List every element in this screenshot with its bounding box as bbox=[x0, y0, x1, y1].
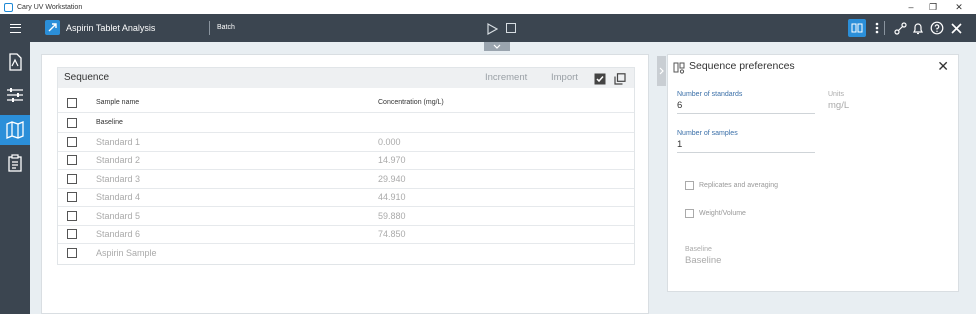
num-samples-field[interactable]: 1 bbox=[677, 139, 682, 150]
preferences-icon bbox=[673, 61, 685, 74]
close-icon[interactable] bbox=[947, 19, 965, 37]
table-row[interactable]: Standard 6 74.850 bbox=[58, 225, 634, 244]
table-row[interactable]: Baseline bbox=[58, 114, 634, 133]
window-close-button[interactable]: ✕ bbox=[945, 0, 973, 14]
num-standards-field[interactable]: 6 bbox=[677, 100, 682, 111]
row-checkbox[interactable] bbox=[67, 155, 77, 165]
document-icon bbox=[45, 20, 60, 35]
concentration-cell[interactable]: 74.850 bbox=[378, 225, 406, 243]
mode-label: Batch bbox=[217, 24, 235, 31]
main-panel: Sequence Increment Import Sample name Co… bbox=[41, 54, 649, 314]
method-icon[interactable] bbox=[848, 19, 866, 37]
baseline-value: Baseline bbox=[685, 255, 722, 266]
sequence-header: Sequence Increment Import bbox=[58, 68, 634, 88]
select-all-checkbox-icon[interactable] bbox=[594, 72, 606, 85]
column-concentration: Concentration (mg/L) bbox=[378, 99, 444, 106]
increment-button[interactable]: Increment bbox=[485, 68, 527, 88]
concentration-cell[interactable]: 29.940 bbox=[378, 170, 406, 188]
sample-name-cell[interactable]: Baseline bbox=[96, 114, 123, 132]
preferences-close-icon[interactable]: ✕ bbox=[937, 58, 949, 75]
table-row[interactable]: Standard 5 59.880 bbox=[58, 207, 634, 226]
settings-sliders-icon bbox=[7, 88, 23, 102]
sample-name-cell[interactable]: Standard 2 bbox=[96, 151, 140, 169]
sample-name-cell[interactable]: Aspirin Sample bbox=[96, 244, 157, 262]
table-row[interactable]: Standard 4 44.910 bbox=[58, 188, 634, 207]
sequence-table: Sequence Increment Import Sample name Co… bbox=[57, 67, 635, 265]
sequence-title: Sequence bbox=[64, 72, 110, 83]
stop-icon[interactable] bbox=[506, 23, 516, 33]
copy-icon[interactable] bbox=[614, 72, 626, 85]
nav-report[interactable] bbox=[0, 47, 30, 77]
num-standards-label: Number of standards bbox=[677, 91, 743, 98]
row-checkbox[interactable] bbox=[67, 229, 77, 239]
row-checkbox[interactable] bbox=[67, 174, 77, 184]
concentration-cell[interactable]: 44.910 bbox=[378, 188, 406, 206]
hamburger-icon bbox=[9, 23, 21, 33]
units-label: Units bbox=[828, 91, 844, 98]
link-icon[interactable] bbox=[891, 19, 909, 37]
clipboard-icon bbox=[8, 154, 22, 172]
column-sample-name: Sample name bbox=[96, 99, 140, 106]
bell-icon[interactable] bbox=[909, 19, 927, 37]
app-icon bbox=[4, 2, 13, 12]
nav-clipboard[interactable] bbox=[0, 148, 30, 178]
num-samples-underline bbox=[677, 152, 815, 153]
replicates-label: Replicates and averaging bbox=[699, 182, 778, 189]
sample-name-cell[interactable]: Standard 3 bbox=[96, 170, 140, 188]
collapse-toolbar-button[interactable] bbox=[484, 42, 510, 51]
panel-collapse-handle[interactable] bbox=[657, 56, 666, 86]
concentration-cell[interactable]: 14.970 bbox=[378, 151, 406, 169]
sample-name-cell[interactable]: Standard 5 bbox=[96, 207, 140, 225]
sequence-preferences-panel: Sequence preferences ✕ Number of standar… bbox=[667, 54, 959, 292]
concentration-cell[interactable]: 0.000 bbox=[378, 133, 401, 151]
window-titlebar: Cary UV Workstation – ❐ ✕ bbox=[0, 0, 976, 14]
maximize-button[interactable]: ❐ bbox=[919, 0, 947, 14]
chevron-down-icon bbox=[493, 44, 501, 49]
table-row[interactable]: Standard 1 0.000 bbox=[58, 133, 634, 152]
toolbar-divider bbox=[209, 21, 210, 35]
num-samples-label: Number of samples bbox=[677, 130, 738, 137]
row-checkbox[interactable] bbox=[67, 192, 77, 202]
row-checkbox[interactable] bbox=[67, 137, 77, 147]
nav-settings[interactable] bbox=[0, 80, 30, 110]
num-standards-underline bbox=[677, 113, 815, 114]
play-icon[interactable] bbox=[486, 22, 499, 36]
sample-name-cell[interactable]: Standard 4 bbox=[96, 188, 140, 206]
menu-button[interactable] bbox=[0, 14, 30, 42]
window-title: Cary UV Workstation bbox=[17, 3, 83, 11]
sample-name-cell[interactable]: Standard 1 bbox=[96, 133, 140, 151]
row-checkbox[interactable] bbox=[67, 118, 77, 128]
table-row[interactable]: Standard 3 29.940 bbox=[58, 170, 634, 189]
baseline-label: Baseline bbox=[685, 246, 712, 253]
chevron-right-icon bbox=[659, 67, 664, 75]
table-header-row: Sample name Concentration (mg/L) bbox=[58, 94, 634, 113]
left-navigation bbox=[0, 42, 30, 314]
row-checkbox[interactable] bbox=[67, 248, 77, 258]
header-checkbox[interactable] bbox=[67, 98, 77, 108]
row-checkbox[interactable] bbox=[67, 211, 77, 221]
map-icon bbox=[6, 121, 24, 139]
document-title: Aspirin Tablet Analysis bbox=[66, 23, 156, 33]
replicates-checkbox[interactable] bbox=[685, 181, 694, 190]
report-icon bbox=[9, 53, 22, 71]
table-row[interactable]: Standard 2 14.970 bbox=[58, 151, 634, 170]
weight-volume-checkbox[interactable] bbox=[685, 209, 694, 218]
import-button[interactable]: Import bbox=[551, 68, 578, 88]
preferences-title: Sequence preferences bbox=[689, 60, 795, 72]
app-toolbar: Aspirin Tablet Analysis Batch bbox=[0, 14, 976, 42]
help-icon[interactable] bbox=[928, 19, 946, 37]
table-row[interactable]: Aspirin Sample bbox=[58, 244, 634, 263]
toolbar-divider-right bbox=[884, 21, 885, 35]
sample-name-cell[interactable]: Standard 6 bbox=[96, 225, 140, 243]
nav-map[interactable] bbox=[0, 115, 30, 145]
concentration-cell[interactable]: 59.880 bbox=[378, 207, 406, 225]
weight-volume-label: Weight/Volume bbox=[699, 210, 746, 217]
units-value: mg/L bbox=[828, 100, 850, 111]
